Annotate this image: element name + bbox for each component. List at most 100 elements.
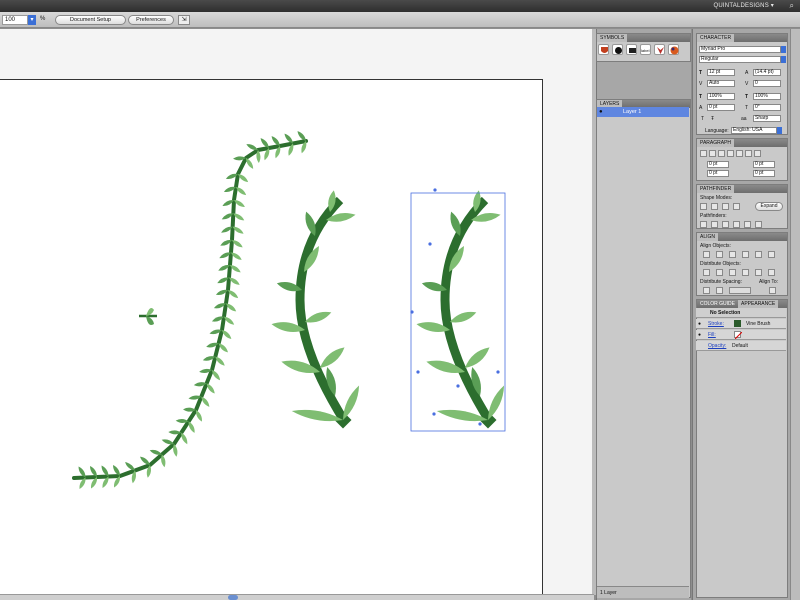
appearance-stroke-row[interactable]: ● Stroke: Vine Brush <box>696 319 786 329</box>
tab-color-guide[interactable]: COLOR GUIDE <box>697 300 738 308</box>
justify-left-icon[interactable] <box>727 150 734 157</box>
minus-front-icon[interactable] <box>711 203 718 210</box>
tracking-field[interactable]: 0 <box>753 80 781 87</box>
crop-icon[interactable] <box>733 221 740 228</box>
scroll-thumb[interactable] <box>228 595 238 600</box>
tab-symbols[interactable]: SYMBOLS <box>597 34 628 42</box>
align-bottom-edge-icon[interactable] <box>768 251 775 258</box>
distribute-left-icon[interactable] <box>742 269 749 276</box>
intersect-icon[interactable] <box>722 203 729 210</box>
eye-icon[interactable]: ● <box>599 109 603 115</box>
align-right-edge-icon[interactable] <box>729 251 736 258</box>
selected-leaf-branch[interactable] <box>410 188 505 429</box>
justify-right-icon[interactable] <box>745 150 752 157</box>
tab-paragraph[interactable]: PARAGRAPH <box>697 139 735 147</box>
underline-icon[interactable]: T <box>701 116 704 122</box>
fill-none-swatch[interactable] <box>734 331 743 340</box>
tab-character[interactable]: CHARACTER <box>697 34 735 42</box>
opacity-label[interactable]: Opacity: <box>708 343 726 349</box>
layer-name[interactable]: Layer 1 <box>623 109 641 115</box>
font-family-field[interactable]: Myriad Pro <box>699 46 781 53</box>
merge-icon[interactable] <box>722 221 729 228</box>
minus-back-icon[interactable] <box>755 221 762 228</box>
align-left-edge-icon[interactable] <box>703 251 710 258</box>
horizontal-scrollbar[interactable] <box>0 594 594 600</box>
align-center-icon[interactable] <box>709 150 716 157</box>
indent-right-field[interactable]: 0 pt <box>753 161 775 168</box>
justify-all-icon[interactable] <box>754 150 761 157</box>
opacity-value[interactable]: Default <box>732 343 748 349</box>
tab-pathfinder[interactable]: PATHFINDER <box>697 185 735 193</box>
document-setup-button[interactable]: Document Setup <box>55 15 126 25</box>
outline-icon[interactable] <box>744 221 751 228</box>
font-style-field[interactable]: Regular <box>699 56 781 63</box>
symbol-shield-icon[interactable] <box>598 44 609 55</box>
symbol-ball-icon[interactable] <box>668 44 679 55</box>
stroke-swatch[interactable] <box>734 320 741 327</box>
long-vine[interactable] <box>72 131 308 490</box>
distribute-right-icon[interactable] <box>768 269 775 276</box>
zoom-dropdown-button[interactable]: ▾ <box>28 15 36 25</box>
divide-icon[interactable] <box>700 221 707 228</box>
exclude-icon[interactable] <box>733 203 740 210</box>
symbol-splat-icon[interactable] <box>612 44 623 55</box>
distribute-hspace-icon[interactable] <box>716 287 723 294</box>
unite-icon[interactable] <box>700 203 707 210</box>
distribute-top-icon[interactable] <box>703 269 710 276</box>
appearance-opacity-row[interactable]: Opacity: Default <box>696 341 786 351</box>
symbol-tag-icon[interactable] <box>626 44 637 55</box>
vertical-scale-field[interactable]: 100% <box>707 93 735 100</box>
kerning-field[interactable]: Auto <box>707 80 735 87</box>
spacing-field[interactable] <box>729 287 751 294</box>
distribute-hcenter-icon[interactable] <box>755 269 762 276</box>
horizontal-scale-field[interactable]: 100% <box>753 93 781 100</box>
first-line-field[interactable]: 0 pt <box>707 170 729 177</box>
rotation-field[interactable]: 0° <box>753 104 781 111</box>
indent-left-field[interactable]: 0 pt <box>707 161 729 168</box>
fill-label[interactable]: Fill: <box>708 332 716 338</box>
align-left-icon[interactable] <box>700 150 707 157</box>
trim-icon[interactable] <box>711 221 718 228</box>
appearance-fill-row[interactable]: ● Fill: <box>696 330 786 340</box>
workspace-switcher[interactable]: QUINTALDESIGNS ▾ <box>714 2 774 9</box>
layer-row[interactable]: ● Layer 1 <box>597 107 689 117</box>
space-before-field[interactable]: 0 pt <box>753 170 775 177</box>
stroke-label[interactable]: Stroke: <box>708 321 724 327</box>
align-horizontal-center-icon[interactable] <box>716 251 723 258</box>
stroke-value[interactable]: Vine Brush <box>746 321 770 327</box>
justify-center-icon[interactable] <box>736 150 743 157</box>
leaf-branch[interactable] <box>271 190 360 429</box>
align-to-icon[interactable] <box>769 287 776 294</box>
control-bar: 100 ▾ % Document Setup Preferences ⇲ <box>0 12 800 28</box>
distribute-vcenter-icon[interactable] <box>716 269 723 276</box>
baseline-field[interactable]: 0 pt <box>707 104 735 111</box>
arrange-documents-icon[interactable]: ⇲ <box>178 15 190 25</box>
language-dropdown[interactable] <box>777 127 782 134</box>
search-icon[interactable]: ⌕ <box>790 1 794 11</box>
preferences-button[interactable]: Preferences <box>128 15 174 25</box>
strikethrough-icon[interactable]: Ŧ <box>711 116 714 122</box>
align-vertical-center-icon[interactable] <box>755 251 762 258</box>
expand-button[interactable]: Expand <box>755 202 783 211</box>
eye-icon[interactable]: ● <box>698 321 701 327</box>
font-family-dropdown[interactable] <box>781 46 786 53</box>
eye-icon[interactable]: ● <box>698 332 701 338</box>
distribute-vspace-icon[interactable] <box>703 287 710 294</box>
align-top-edge-icon[interactable] <box>742 251 749 258</box>
leading-field[interactable]: (14.4 pt) <box>753 69 781 76</box>
antialias-field[interactable]: Sharp <box>753 115 781 122</box>
zoom-input[interactable]: 100 <box>2 15 28 25</box>
leaf-sprig[interactable] <box>139 308 157 325</box>
tab-appearance[interactable]: APPEARANCE <box>738 300 779 308</box>
symbol-fox-icon[interactable] <box>654 44 665 55</box>
canvas-area[interactable] <box>0 29 594 595</box>
tab-align[interactable]: ALIGN <box>697 233 719 241</box>
language-field[interactable]: English: USA <box>731 127 777 134</box>
leaf-shape <box>320 347 345 368</box>
align-right-icon[interactable] <box>718 150 725 157</box>
font-style-dropdown[interactable] <box>781 56 786 63</box>
shape-modes-label: Shape Modes: <box>700 195 733 201</box>
symbol-label-icon[interactable]: label <box>640 44 651 55</box>
distribute-bottom-icon[interactable] <box>729 269 736 276</box>
font-size-field[interactable]: 12 pt <box>707 69 735 76</box>
